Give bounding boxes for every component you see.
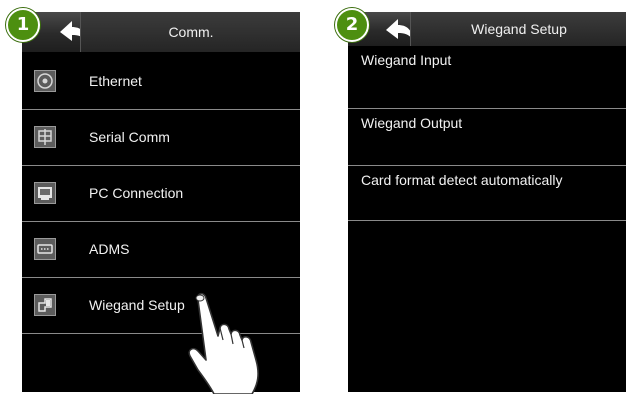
page-title: Wiegand Setup <box>471 21 567 37</box>
list-item-label: Wiegand Input <box>361 52 452 68</box>
adms-icon <box>34 238 56 260</box>
step-badge-1: 1 <box>6 8 40 42</box>
title-bar: Comm. <box>22 12 300 52</box>
list-item-label: Wiegand Output <box>361 115 463 131</box>
ethernet-icon <box>34 70 56 92</box>
menu-item-serial-comm[interactable]: Serial Comm <box>22 110 300 166</box>
pointing-hand-icon <box>188 292 259 394</box>
list-item-label: Card format detect automatically <box>361 172 563 188</box>
menu-item-ethernet[interactable]: Ethernet <box>22 54 300 110</box>
wiegand-setup-icon <box>34 294 56 316</box>
menu-label: ADMS <box>89 241 130 257</box>
list-item-card-format-detect[interactable]: Card format detect automatically <box>348 166 626 221</box>
wiegand-setup-screen: Wiegand Setup Wiegand Input Wiegand Outp… <box>348 12 626 392</box>
page-title: Comm. <box>168 24 214 40</box>
menu-label: Ethernet <box>89 73 142 89</box>
list-item-wiegand-output[interactable]: Wiegand Output <box>348 109 626 166</box>
menu-item-pc-connection[interactable]: PC Connection <box>22 166 300 222</box>
menu-label: Serial Comm <box>89 129 170 145</box>
serial-comm-icon <box>34 126 56 148</box>
menu-label: Wiegand Setup <box>89 297 185 313</box>
menu-item-adms[interactable]: ADMS <box>22 222 300 278</box>
pc-connection-icon <box>34 182 56 204</box>
menu-label: PC Connection <box>89 185 184 201</box>
title-bar: Wiegand Setup <box>348 12 626 46</box>
list-item-wiegand-input[interactable]: Wiegand Input <box>348 46 626 109</box>
step-badge-2: 2 <box>335 8 369 42</box>
